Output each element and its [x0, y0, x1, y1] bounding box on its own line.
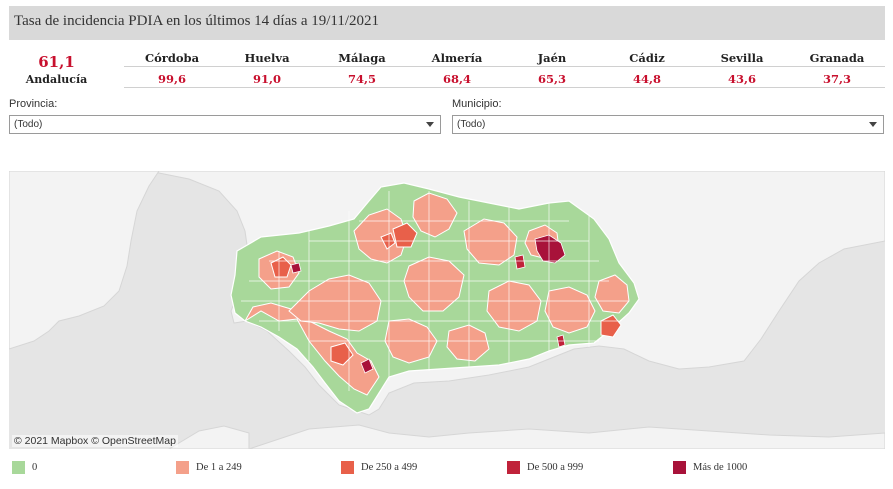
province-value-malaga[interactable]: 74,5: [314, 72, 410, 86]
legend-swatch: [176, 460, 189, 474]
provincia-select[interactable]: (Todo): [9, 115, 441, 134]
map-canvas[interactable]: [9, 171, 885, 449]
municipio-filter-label: Municipio:: [452, 98, 502, 110]
province-name-cadiz[interactable]: Cádiz: [599, 51, 695, 65]
province-name-cordoba[interactable]: Córdoba: [124, 51, 220, 65]
province-name-almeria[interactable]: Almería: [409, 51, 505, 65]
province-table: Córdoba Huelva Málaga Almería Jaén Cádiz…: [124, 49, 893, 91]
provincia-select-value: (Todo): [14, 119, 43, 130]
legend-swatch: [507, 460, 520, 474]
province-name-malaga[interactable]: Málaga: [314, 51, 410, 65]
province-value-cadiz[interactable]: 44,8: [599, 72, 695, 86]
legend-swatch: [341, 460, 354, 474]
province-name-huelva[interactable]: Huelva: [219, 51, 315, 65]
north-africa-west: [168, 425, 250, 449]
legend-item-4[interactable]: Más de 1000: [673, 458, 747, 476]
province-value-cordoba[interactable]: 99,6: [124, 72, 220, 86]
area-500-999[interactable]: [514, 254, 526, 270]
legend-label: De 500 a 999: [527, 461, 584, 473]
legend-label: 0: [32, 461, 38, 473]
page-title: Tasa de incidencia PDIA en los últimos 1…: [14, 13, 380, 29]
province-value-sevilla[interactable]: 43,6: [694, 72, 790, 86]
province-name-jaen[interactable]: Jaén: [504, 51, 600, 65]
province-value-huelva[interactable]: 91,0: [219, 72, 315, 86]
provincia-filter-label: Provincia:: [9, 98, 58, 110]
province-value-jaen[interactable]: 65,3: [504, 72, 600, 86]
morocco-land: [248, 424, 885, 449]
portugal-coast: [9, 171, 160, 350]
legend-label: De 250 a 499: [361, 461, 418, 473]
area-500-999[interactable]: [290, 262, 302, 274]
legend-item-3[interactable]: De 500 a 999: [507, 458, 583, 476]
legend-item-1[interactable]: De 1 a 249: [176, 458, 242, 476]
incidence-map[interactable]: © 2021 Mapbox © OpenStreetMap: [9, 171, 885, 449]
chevron-down-icon: [426, 122, 434, 127]
municipio-select[interactable]: (Todo): [452, 115, 884, 134]
title-bar: Tasa de incidencia PDIA en los últimos 1…: [9, 6, 885, 40]
province-value-row: 99,6 91,0 74,5 68,4 65,3 44,8 43,6 37,3: [124, 71, 885, 88]
legend-item-2[interactable]: De 250 a 499: [341, 458, 417, 476]
legend-label: Más de 1000: [693, 461, 748, 473]
legend: 0 De 1 a 249 De 250 a 499 De 500 a 999 M…: [9, 458, 885, 478]
legend-swatch: [673, 460, 686, 474]
region-value: 61,1: [38, 53, 75, 71]
legend-item-0[interactable]: 0: [12, 458, 37, 476]
map-attribution[interactable]: © 2021 Mapbox © OpenStreetMap: [12, 435, 178, 447]
province-name-sevilla[interactable]: Sevilla: [694, 51, 790, 65]
province-header-row: Córdoba Huelva Málaga Almería Jaén Cádiz…: [124, 51, 885, 67]
summary-panel: 61,1 Andalucía Córdoba Huelva Málaga Alm…: [9, 49, 885, 91]
legend-label: De 1 a 249: [196, 461, 242, 473]
province-value-granada[interactable]: 37,3: [789, 72, 885, 86]
province-value-almeria[interactable]: 68,4: [409, 72, 505, 86]
legend-swatch: [12, 460, 25, 474]
chevron-down-icon: [869, 122, 877, 127]
region-name: Andalucía: [25, 73, 88, 86]
province-name-granada[interactable]: Granada: [789, 51, 885, 65]
municipio-select-value: (Todo): [457, 119, 486, 130]
region-total[interactable]: 61,1 Andalucía: [9, 49, 104, 86]
